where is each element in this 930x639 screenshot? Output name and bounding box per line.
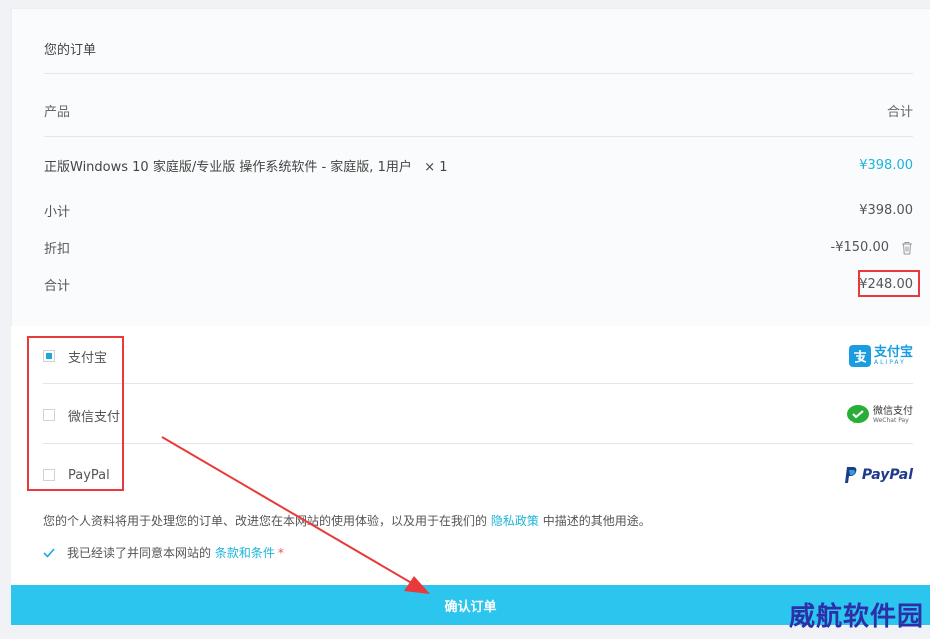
wechat-logo-sub: WeChat Pay [873,416,909,424]
place-order-label: 确认订单 [444,599,497,615]
column-header-product: 产品 [44,105,71,120]
order-title: 您的订单 [44,39,913,58]
product-cell: 正版Windows 10 家庭版/专业版 操作系统软件 - 家庭版, 1用户 ×… [44,156,448,175]
subtotal-row: 小计 ¥398.00 [44,201,913,220]
column-header-total: 合计 [886,105,913,120]
wechat-logo-text: 微信支付 [873,405,913,417]
product-price: ¥398.00 [859,158,913,173]
privacy-text-before: 您的个人资料将用于处理您的订单、改进您在本网站的使用体验，以及用于在我们的 [43,514,488,528]
subtotal-value: ¥398.00 [859,203,913,218]
payment-radio-paypal[interactable] [43,469,55,481]
terms-text: 我已经读了并同意本网站的 [67,546,212,560]
discount-label: 折扣 [44,242,71,257]
table-header: 产品 合计 [44,101,913,120]
divider [44,136,913,137]
terms-checkbox[interactable] [43,547,55,559]
payment-label-paypal: PayPal [68,467,110,483]
payment-radio-wechat[interactable] [43,409,55,421]
discount-value: -¥150.00 [830,240,889,255]
discount-cell: -¥150.00 [831,240,913,255]
payment-label-alipay: 支付宝 [68,350,108,366]
watermark: 威航软件园 [788,602,924,632]
payment-option-paypal[interactable]: PayPal PayPal [43,460,913,490]
privacy-text-after: 中描述的其他用途。 [542,514,651,528]
product-name: 正版Windows 10 家庭版/专业版 操作系统软件 - 家庭版, 1用户 [44,160,412,175]
payment-radio-alipay[interactable] [43,350,55,362]
privacy-notice: 您的个人资料将用于处理您的订单、改进您在本网站的使用体验，以及用于在我们的 隐私… [43,512,651,529]
payment-option-label[interactable]: 支付宝 [43,347,107,366]
alipay-logo-text: 支付宝 [873,345,913,360]
wechat-pay-logo: 微信支付 WeChat Pay [846,404,913,426]
paypal-logo-text: PayPal [861,467,913,483]
total-label: 合计 [44,279,71,294]
order-summary-card: 您的订单 产品 合计 正版Windows 10 家庭版/专业版 操作系统软件 -… [11,8,930,326]
payment-option-alipay[interactable]: 支付宝 支付宝 ALIPAY [43,341,913,371]
terms-link[interactable]: 条款和条件 [215,544,275,561]
divider [43,383,913,384]
alipay-logo-sub: ALIPAY [873,359,906,366]
subtotal-label: 小计 [44,205,71,220]
divider [43,443,913,444]
required-mark: * [277,545,284,560]
table-row: 正版Windows 10 家庭版/专业版 操作系统软件 - 家庭版, 1用户 ×… [44,156,913,175]
total-value: ¥248.00 [859,277,913,292]
total-row: 合计 ¥248.00 [44,275,913,294]
discount-row: 折扣 -¥150.00 [44,238,913,257]
order-title-text: 您的订单 [44,43,97,58]
payment-option-label[interactable]: PayPal [43,468,110,483]
payment-methods: 支付宝 支付宝 ALIPAY 微信支付 微信支付 WeChat Pay PayP [11,326,930,585]
divider [44,73,913,74]
payment-option-wechat[interactable]: 微信支付 微信支付 WeChat Pay [43,400,913,430]
privacy-policy-link[interactable]: 隐私政策 [491,514,539,528]
payment-label-wechat: 微信支付 [68,409,121,425]
trash-icon[interactable] [901,241,913,255]
payment-option-label[interactable]: 微信支付 [43,406,120,425]
product-quantity: × 1 [424,160,448,175]
paypal-logo: PayPal [844,466,913,484]
terms-agreement[interactable]: 我已经读了并同意本网站的 条款和条件 * [43,544,284,561]
alipay-logo: 支付宝 ALIPAY [848,345,913,367]
